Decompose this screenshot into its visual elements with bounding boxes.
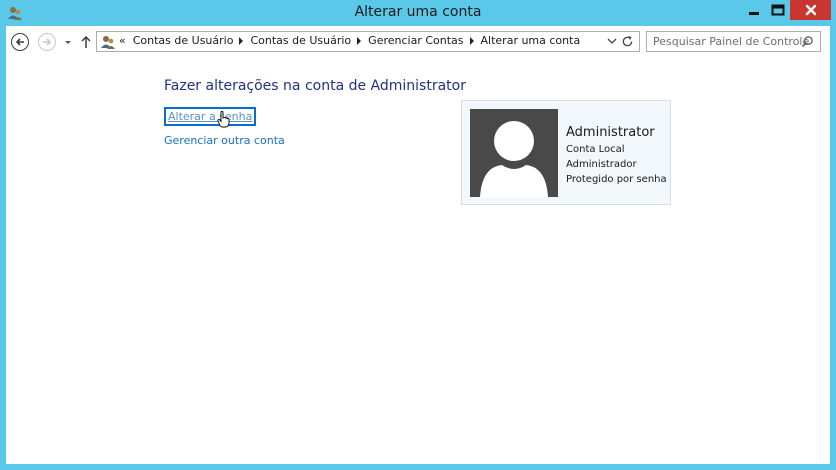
user-accounts-icon (101, 36, 115, 49)
breadcrumb-overflow[interactable]: « (119, 34, 126, 47)
back-arrow-icon (15, 38, 24, 46)
back-button[interactable] (11, 33, 29, 51)
navigation-bar: « Contas de Usuário Contas de Usuário Ge… (6, 26, 830, 58)
manage-other-account-link[interactable]: Gerenciar outra conta (164, 134, 285, 147)
minimize-icon (749, 12, 759, 15)
address-bar[interactable]: « Contas de Usuário Contas de Usuário Ge… (96, 31, 640, 52)
close-icon (805, 4, 816, 16)
account-role: Administrador (566, 159, 637, 170)
maximize-icon (771, 4, 785, 16)
breadcrumb-item-manage-accounts[interactable]: Gerenciar Contas (368, 34, 463, 47)
search-icon[interactable] (801, 35, 814, 48)
forward-button[interactable] (38, 33, 56, 51)
breadcrumb-item-change-account[interactable]: Alterar uma conta (481, 34, 581, 47)
window-title: Alterar uma conta (354, 4, 482, 20)
search-placeholder: Pesquisar Painel de Controle (653, 35, 810, 48)
breadcrumb-item-user-accounts-2[interactable]: Contas de Usuário (250, 34, 351, 47)
chevron-down-icon[interactable] (607, 37, 617, 45)
title-bar[interactable]: Alterar uma conta (0, 0, 836, 26)
breadcrumb-separator-icon[interactable] (357, 36, 362, 45)
search-input[interactable]: Pesquisar Painel de Controle (646, 31, 821, 52)
maximize-button[interactable] (766, 0, 790, 20)
change-password-link[interactable]: Alterar a senha (164, 107, 257, 126)
breadcrumb-separator-icon[interactable] (469, 36, 474, 45)
avatar (470, 109, 558, 197)
client-area: « Contas de Usuário Contas de Usuário Ge… (6, 26, 830, 464)
account-name: Administrator (566, 125, 655, 140)
minimize-button[interactable] (742, 0, 766, 20)
breadcrumb-item-user-accounts-1[interactable]: Contas de Usuário (133, 34, 234, 47)
up-arrow-icon[interactable] (80, 34, 92, 50)
breadcrumb-separator-icon[interactable] (239, 36, 244, 45)
page-heading: Fazer alterações na conta de Administrat… (164, 78, 466, 94)
refresh-icon[interactable] (621, 35, 634, 48)
recent-locations-chevron-icon[interactable] (63, 36, 73, 48)
user-silhouette-icon (480, 121, 548, 197)
account-card: Administrator Conta Local Administrador … (461, 100, 671, 205)
account-type: Conta Local (566, 144, 625, 155)
forward-arrow-icon (43, 38, 52, 46)
control-panel-window: Alterar uma conta « Contas de Usuário Co… (0, 0, 836, 470)
breadcrumb: « Contas de Usuário Contas de Usuário Ge… (119, 34, 580, 47)
close-button[interactable] (790, 0, 831, 20)
account-status: Protegido por senha (566, 174, 667, 185)
hand-cursor-icon (217, 111, 230, 128)
